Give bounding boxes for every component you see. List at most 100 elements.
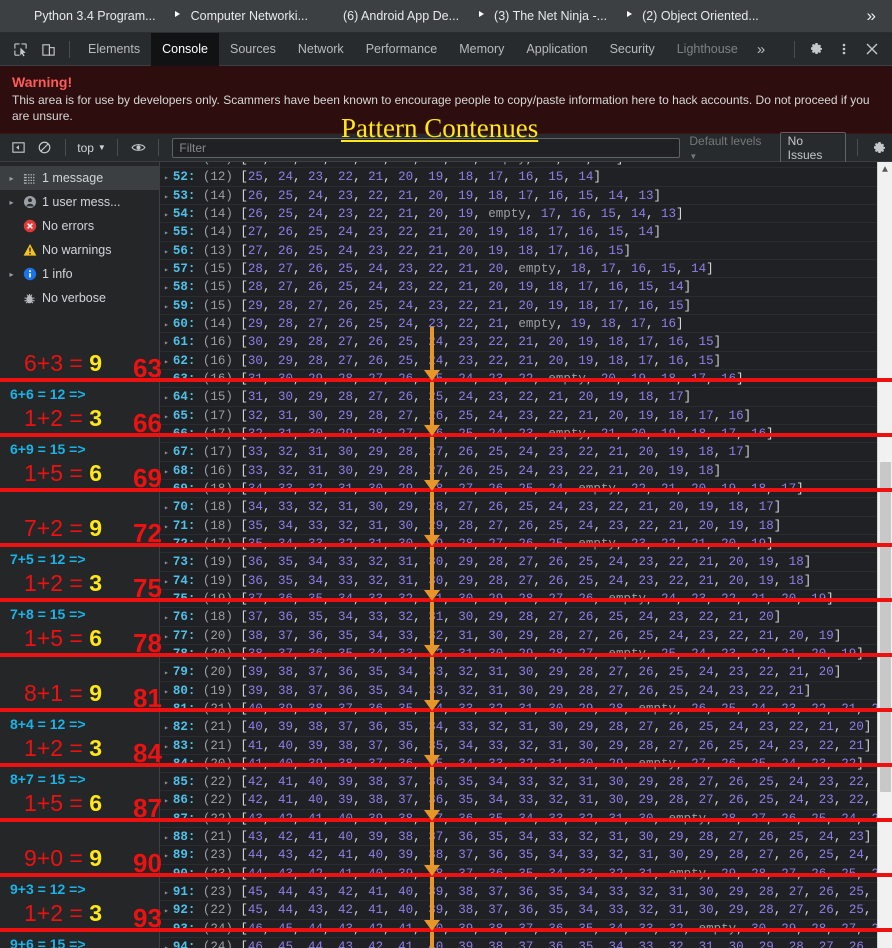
chevron-right-icon[interactable]: ▸: [164, 651, 169, 660]
chevron-right-icon[interactable]: ▸: [164, 193, 169, 202]
console-log-row[interactable]: ▸ 93: (24) [46, 45, 44, 43, 42, 41, 40, 3…: [160, 920, 892, 939]
chevron-right-icon[interactable]: ▸: [164, 376, 169, 385]
console-log-row[interactable]: ▸ 54: (14) [26, 25, 24, 23, 22, 21, 20, 1…: [160, 205, 892, 224]
console-log-row[interactable]: ▸ 57: (15) [28, 27, 26, 25, 24, 23, 22, 2…: [160, 260, 892, 279]
issues-button[interactable]: No Issues: [779, 131, 847, 164]
console-log-row[interactable]: ▸ 53: (14) [26, 25, 24, 23, 22, 21, 20, 1…: [160, 187, 892, 205]
console-scrollbar[interactable]: ▲: [877, 162, 892, 948]
console-log-area[interactable]: ▸51: (13) [24, 23, 22, 21, 20, 19, 18, 1…: [160, 162, 892, 948]
chevron-right-icon[interactable]: ▸: [164, 706, 169, 715]
browser-tab[interactable]: Python 3.4 Program...: [6, 0, 163, 33]
console-log-row[interactable]: ▸ 73: (19) [36, 35, 34, 33, 32, 31, 30, 2…: [160, 553, 892, 572]
tab-sources[interactable]: Sources: [219, 33, 287, 66]
console-log-row[interactable]: ▸ 59: (15) [29, 28, 27, 26, 25, 24, 23, 2…: [160, 297, 892, 315]
console-log-row[interactable]: ▸ 84: (20) [41, 40, 39, 38, 37, 36, 35, 3…: [160, 755, 892, 774]
tab-overflow-icon[interactable]: »: [857, 6, 886, 26]
chevron-right-icon[interactable]: ▸: [164, 266, 169, 275]
more-options-icon[interactable]: [830, 36, 858, 62]
tab-elements[interactable]: Elements: [77, 33, 151, 66]
tab-security[interactable]: Security: [599, 33, 666, 66]
close-icon[interactable]: [858, 36, 886, 62]
chevron-right-icon[interactable]: ▸: [164, 321, 169, 330]
console-log-row[interactable]: ▸ 80: (19) [39, 38, 37, 36, 35, 34, 33, 3…: [160, 682, 892, 700]
chevron-right-icon[interactable]: ▸: [164, 743, 169, 752]
console-log-row[interactable]: ▸ 89: (23) [44, 43, 42, 41, 40, 39, 38, 3…: [160, 846, 892, 865]
console-log-row[interactable]: ▸ 60: (14) [29, 28, 27, 26, 25, 24, 23, 2…: [160, 315, 892, 334]
console-log-row[interactable]: ▸ 52: (12) [25, 24, 23, 22, 21, 20, 19, 1…: [160, 168, 892, 187]
chevron-right-icon[interactable]: ▸: [164, 449, 169, 458]
console-log-row[interactable]: ▸ 56: (13) [27, 26, 25, 24, 23, 22, 21, 2…: [160, 242, 892, 260]
chevron-right-icon[interactable]: ▸: [164, 431, 169, 440]
console-log-row[interactable]: ▸ 58: (15) [28, 27, 26, 25, 24, 23, 22, 2…: [160, 278, 892, 297]
browser-tab[interactable]: (3) The Net Ninja -...: [466, 0, 614, 33]
chevron-right-icon[interactable]: ▸: [164, 559, 169, 568]
chevron-right-icon[interactable]: ▸: [6, 174, 17, 183]
chevron-right-icon[interactable]: ▸: [164, 413, 169, 422]
chevron-right-icon[interactable]: ▸: [164, 541, 169, 550]
device-toolbar-icon[interactable]: [34, 36, 62, 62]
sidebar-item-errors[interactable]: ▸ No errors: [0, 214, 159, 238]
chevron-right-icon[interactable]: ▸: [164, 358, 169, 367]
console-log-row[interactable]: ▸ 82: (21) [40, 39, 38, 37, 36, 35, 34, 3…: [160, 718, 892, 737]
chevron-right-icon[interactable]: ▸: [164, 816, 169, 825]
console-log-row[interactable]: ▸ 55: (14) [27, 26, 25, 24, 23, 22, 21, 2…: [160, 223, 892, 242]
console-log-row[interactable]: ▸ 76: (18) [37, 36, 35, 34, 33, 32, 31, 3…: [160, 608, 892, 627]
sidebar-item-messages[interactable]: ▸ 1 message: [0, 166, 159, 190]
chevron-right-icon[interactable]: ▸: [6, 198, 17, 207]
chevron-right-icon[interactable]: ▸: [6, 270, 17, 279]
tab-performance[interactable]: Performance: [355, 33, 449, 66]
console-log-row[interactable]: ▸ 83: (21) [41, 40, 39, 38, 37, 36, 35, 3…: [160, 737, 892, 755]
chevron-right-icon[interactable]: ▸: [164, 284, 169, 293]
chevron-right-icon[interactable]: ▸: [164, 871, 169, 880]
console-log-row[interactable]: ▸ 66: (17) [32, 31, 30, 29, 28, 27, 26, 2…: [160, 425, 892, 444]
chevron-right-icon[interactable]: ▸: [164, 797, 169, 806]
chevron-right-icon[interactable]: ▸: [164, 162, 169, 165]
log-levels-dropdown[interactable]: Default levels ▼: [689, 134, 768, 162]
console-log-row[interactable]: ▸94: (24) [46, 45, 44, 43, 42, 41, 40, 3…: [160, 938, 892, 948]
console-log-row[interactable]: ▸ 87: (22) [43, 42, 41, 40, 39, 38, 37, 3…: [160, 810, 892, 829]
chevron-right-icon[interactable]: ▸: [164, 889, 169, 898]
tab-console[interactable]: Console: [151, 32, 219, 66]
show-console-sidebar-icon[interactable]: [5, 135, 32, 161]
chevron-right-icon[interactable]: ▸: [164, 174, 169, 183]
console-log-row[interactable]: ▸ 91: (23) [45, 44, 43, 42, 41, 40, 39, 3…: [160, 883, 892, 902]
scrollbar-thumb[interactable]: [880, 462, 891, 792]
console-log-row[interactable]: ▸ 79: (20) [39, 38, 37, 36, 35, 34, 33, 3…: [160, 663, 892, 682]
console-log-row[interactable]: ▸ 88: (21) [43, 42, 41, 40, 39, 38, 37, 3…: [160, 828, 892, 847]
browser-tab[interactable]: (6) Android App De...: [315, 0, 466, 33]
console-log-row[interactable]: ▸ 68: (16) [33, 32, 31, 30, 29, 28, 27, 2…: [160, 462, 892, 480]
chevron-right-icon[interactable]: ▸: [164, 504, 169, 513]
execution-context-selector[interactable]: top ▼: [73, 141, 110, 155]
chevron-right-icon[interactable]: ▸: [164, 468, 169, 477]
console-log-row[interactable]: ▸ 90: (23) [44, 43, 42, 41, 40, 39, 38, 3…: [160, 865, 892, 884]
chevron-right-icon[interactable]: ▸: [164, 852, 169, 861]
console-log-row[interactable]: ▸ 71: (18) [35, 34, 33, 32, 31, 30, 29, 2…: [160, 517, 892, 535]
console-log-row[interactable]: ▸ 86: (22) [42, 41, 40, 39, 38, 37, 36, 3…: [160, 791, 892, 810]
chevron-right-icon[interactable]: ▸: [164, 779, 169, 788]
console-log-row[interactable]: ▸ 63: (16) [31, 30, 29, 28, 27, 26, 25, 2…: [160, 370, 892, 389]
chevron-right-icon[interactable]: ▸: [164, 907, 169, 916]
chevron-right-icon[interactable]: ▸: [164, 633, 169, 642]
browser-tab[interactable]: Computer Networki...: [163, 0, 315, 33]
more-panels-icon[interactable]: »: [749, 41, 773, 58]
chevron-right-icon[interactable]: ▸: [164, 596, 169, 605]
sidebar-item-info[interactable]: ▸ 1 info: [0, 262, 159, 286]
chevron-right-icon[interactable]: ▸: [164, 669, 169, 678]
filter-input[interactable]: [172, 137, 681, 158]
scroll-up-icon[interactable]: ▲: [878, 162, 892, 178]
console-log-row[interactable]: ▸ 64: (15) [31, 30, 29, 28, 27, 26, 25, 2…: [160, 388, 892, 407]
console-log-row[interactable]: ▸ 69: (18) [34, 33, 32, 31, 30, 29, 28, 2…: [160, 480, 892, 499]
browser-tab[interactable]: (2) Object Oriented...: [614, 0, 766, 33]
chevron-right-icon[interactable]: ▸: [164, 211, 169, 220]
settings-gear-icon[interactable]: [802, 36, 830, 62]
console-log-row[interactable]: ▸ 85: (22) [42, 41, 40, 39, 38, 37, 36, 3…: [160, 773, 892, 792]
chevron-right-icon[interactable]: ▸: [164, 248, 169, 257]
console-log-row[interactable]: ▸ 75: (19) [37, 36, 35, 34, 33, 32, 31, 3…: [160, 590, 892, 609]
inspect-element-icon[interactable]: [6, 36, 34, 62]
chevron-right-icon[interactable]: ▸: [164, 688, 169, 697]
console-log-row[interactable]: ▸ 77: (20) [38, 37, 36, 35, 34, 33, 32, 3…: [160, 627, 892, 645]
chevron-right-icon[interactable]: ▸: [164, 926, 169, 935]
chevron-right-icon[interactable]: ▸: [164, 761, 169, 770]
chevron-right-icon[interactable]: ▸: [164, 486, 169, 495]
console-log-row[interactable]: ▸ 78: (20) [38, 37, 36, 35, 34, 33, 32, 3…: [160, 645, 892, 664]
